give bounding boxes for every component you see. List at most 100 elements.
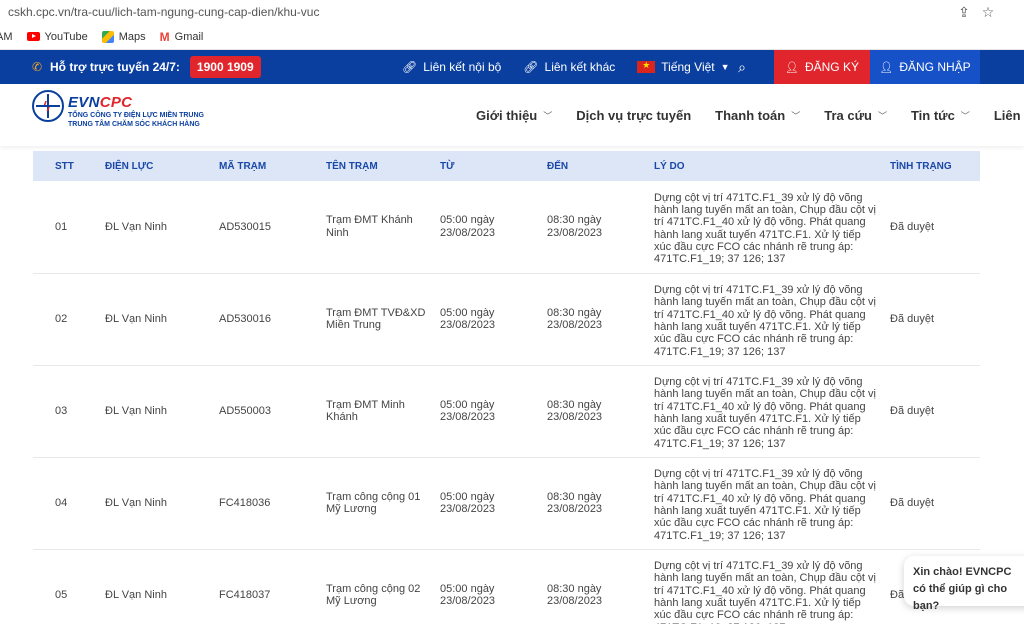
site-header: ϟ EVNCPC TỔNG CÔNG TY ĐIỆN LỰC MIỀN TRUN…	[0, 84, 1024, 146]
cell-stt: 05	[33, 549, 99, 624]
nav-label: Liên hệ	[993, 107, 1024, 123]
internal-links-label: Liên kết nội bộ	[423, 60, 502, 74]
bookmark-am[interactable]: AM	[0, 31, 13, 43]
nav-label: Tra cứu	[824, 107, 872, 123]
cell-tu: 05:00 ngày 23/08/2023	[434, 273, 541, 366]
hotline-label: Hỗ trợ trực tuyến 24/7:	[50, 60, 180, 74]
evncpc-logo[interactable]: ϟ EVNCPC TỔNG CÔNG TY ĐIỆN LỰC MIỀN TRUN…	[32, 90, 204, 129]
nav-item-tin-tuc[interactable]: Tin tức ﹀	[911, 108, 970, 123]
logo-brand-b: CPC	[99, 94, 133, 111]
nav-label: Thanh toán	[715, 107, 786, 123]
nav-item-tra-cuu[interactable]: Tra cứu ﹀	[824, 108, 887, 123]
header-ten-tram: TÊN TRẠM	[320, 151, 434, 181]
cell-tu: 05:00 ngày 23/08/2023	[434, 365, 541, 458]
main-nav: Giới thiệu ﹀ Dịch vụ trực tuyến Thanh toá…	[476, 84, 1024, 146]
cell-ma-tram: FC418036	[213, 457, 320, 550]
bookmark-star-icon[interactable]: ☆	[976, 0, 1000, 24]
header-stt: STT	[33, 151, 99, 181]
cell-den: 08:30 ngày 23/08/2023	[541, 457, 648, 550]
nav-item-lien-he[interactable]: Liên hệ	[994, 108, 1024, 123]
header-ly-do: LÝ DO	[648, 151, 884, 181]
vietnam-flag-icon	[637, 60, 656, 73]
lightning-icon: ϟ	[43, 98, 51, 114]
top-links: 🔗︎ Liên kết nội bộ 🔗︎ Liên kết khác Tiếng …	[402, 50, 752, 84]
chevron-down-icon: ﹀	[791, 110, 801, 121]
share-icon[interactable]: ⇪	[952, 0, 976, 24]
internal-links[interactable]: 🔗︎ Liên kết nội bộ	[402, 60, 501, 74]
bookmark-youtube[interactable]: YouTube	[26, 30, 88, 43]
user-icon: 👤︎	[879, 61, 894, 74]
cell-den: 08:30 ngày 23/08/2023	[541, 549, 648, 624]
evn-logo-icon: ϟ	[32, 90, 64, 122]
header-tinh-trang: TÌNH TRẠNG	[884, 151, 980, 181]
top-bar: ✆ Hỗ trợ trực tuyến 24/7: 1900 1909 🔗︎ Li…	[0, 50, 1024, 84]
cell-ma-tram: AD530016	[213, 273, 320, 366]
other-links[interactable]: 🔗︎ Liên kết khác	[523, 60, 615, 74]
table-header-row: STT ĐIỆN LỰC MÃ TRẠM TÊN TRẠM TỪ ĐẾN LÝ …	[33, 151, 980, 181]
register-button[interactable]: 👤︎ ĐĂNG KÝ	[774, 50, 870, 84]
cell-ten-tram: Trạm công cộng 02 Mỹ Lương	[320, 549, 434, 624]
logo-subtitle-2: TRUNG TÂM CHĂM SÓC KHÁCH HÀNG	[68, 121, 200, 128]
nav-label: Tin tức	[910, 107, 955, 123]
bookmark-maps[interactable]: Maps	[101, 30, 146, 43]
outage-schedule-table: STT ĐIỆN LỰC MÃ TRẠM TÊN TRẠM TỪ ĐẾN LÝ …	[33, 151, 980, 624]
cell-ly-do: Dựng cột vị trí 471TC.F1_39 xử lý độ võn…	[648, 273, 884, 366]
cell-stt: 03	[33, 365, 99, 458]
cell-ly-do: Dựng cột vị trí 471TC.F1_39 xử lý độ võn…	[648, 457, 884, 550]
maps-icon	[101, 30, 114, 43]
bookmark-label: YouTube	[44, 30, 88, 43]
nav-label: Dịch vụ trực tuyến	[576, 107, 692, 123]
bookmark-label: Maps	[118, 30, 146, 43]
cell-stt: 01	[33, 181, 99, 274]
table-row: 03 ĐL Vạn Ninh AD550003 Trạm ĐMT Minh Kh…	[33, 365, 980, 458]
url-text[interactable]: cskh.cpc.vn/tra-cuu/lich-tam-ngung-cung-…	[0, 5, 952, 19]
cell-ten-tram: Trạm ĐMT Minh Khánh	[320, 365, 434, 458]
cell-tinh-trang: Đã duyệt	[884, 457, 980, 550]
cell-den: 08:30 ngày 23/08/2023	[541, 273, 648, 366]
bookmark-label: AM	[0, 30, 13, 43]
bookmarks-bar: AM YouTube Maps M Gmail	[0, 24, 1024, 50]
cell-den: 08:30 ngày 23/08/2023	[541, 365, 648, 458]
phone-icon: ✆	[32, 60, 43, 74]
table-row: 02 ĐL Vạn Ninh AD530016 Trạm ĐMT TVĐ&XD …	[33, 273, 980, 366]
header-tu: TỪ	[434, 151, 541, 181]
cell-dien-luc: ĐL Vạn Ninh	[99, 365, 213, 458]
cell-dien-luc: ĐL Vạn Ninh	[99, 273, 213, 366]
cell-tu: 05:00 ngày 23/08/2023	[434, 549, 541, 624]
search-button[interactable]: ⌕	[712, 50, 772, 84]
cell-ma-tram: AD530015	[213, 181, 320, 274]
more-space	[1000, 0, 1024, 24]
cell-ma-tram: FC418037	[213, 549, 320, 624]
cell-dien-luc: ĐL Vạn Ninh	[99, 457, 213, 550]
browser-address-bar: cskh.cpc.vn/tra-cuu/lich-tam-ngung-cung-…	[0, 0, 1024, 24]
cell-ly-do: Dựng cột vị trí 471TC.F1_39 xử lý độ võn…	[648, 549, 884, 624]
cell-tu: 05:00 ngày 23/08/2023	[434, 181, 541, 274]
gmail-icon: M	[159, 29, 170, 44]
cell-ly-do: Dựng cột vị trí 471TC.F1_39 xử lý độ võn…	[648, 181, 884, 274]
cell-tu: 05:00 ngày 23/08/2023	[434, 457, 541, 550]
nav-item-dich-vu[interactable]: Dịch vụ trực tuyến	[576, 108, 691, 123]
chat-greeting: Xin chào! EVNCPC có thể giúp gì cho bạn?	[913, 566, 1012, 612]
nav-item-thanh-toan[interactable]: Thanh toán ﹀	[715, 108, 800, 123]
cell-tinh-trang: Đã duyệt	[884, 365, 980, 458]
table-row: 04 ĐL Vạn Ninh FC418036 Trạm công cộng 0…	[33, 457, 980, 550]
language-label: Tiếng Việt	[661, 60, 715, 74]
login-label: ĐĂNG NHẬP	[899, 60, 971, 74]
cell-ten-tram: Trạm công cộng 01 Mỹ Lương	[320, 457, 434, 550]
chat-widget[interactable]: Xin chào! EVNCPC có thể giúp gì cho bạn?	[904, 556, 1024, 612]
hotline: ✆ Hỗ trợ trực tuyến 24/7: 1900 1909	[0, 56, 261, 78]
user-icon: 👤︎	[785, 61, 799, 74]
logo-brand: EVNCPC	[68, 94, 204, 111]
hotline-number[interactable]: 1900 1909	[189, 56, 261, 78]
nav-item-gioi-thieu[interactable]: Giới thiệu ﹀	[476, 108, 552, 123]
login-button[interactable]: 👤︎ ĐĂNG NHẬP	[870, 50, 980, 84]
cell-dien-luc: ĐL Vạn Ninh	[99, 549, 213, 624]
cell-ten-tram: Trạm ĐMT Khánh Ninh	[320, 181, 434, 274]
bookmark-label: Gmail	[174, 30, 204, 43]
table-row: 01 ĐL Vạn Ninh AD530015 Trạm ĐMT Khánh N…	[33, 181, 980, 274]
chevron-down-icon: ﹀	[960, 110, 970, 121]
header-den: ĐẾN	[541, 151, 648, 181]
bookmark-gmail[interactable]: M Gmail	[160, 30, 204, 44]
cell-ly-do: Dựng cột vị trí 471TC.F1_39 xử lý độ võn…	[648, 365, 884, 458]
logo-brand-a: EVN	[68, 94, 100, 111]
